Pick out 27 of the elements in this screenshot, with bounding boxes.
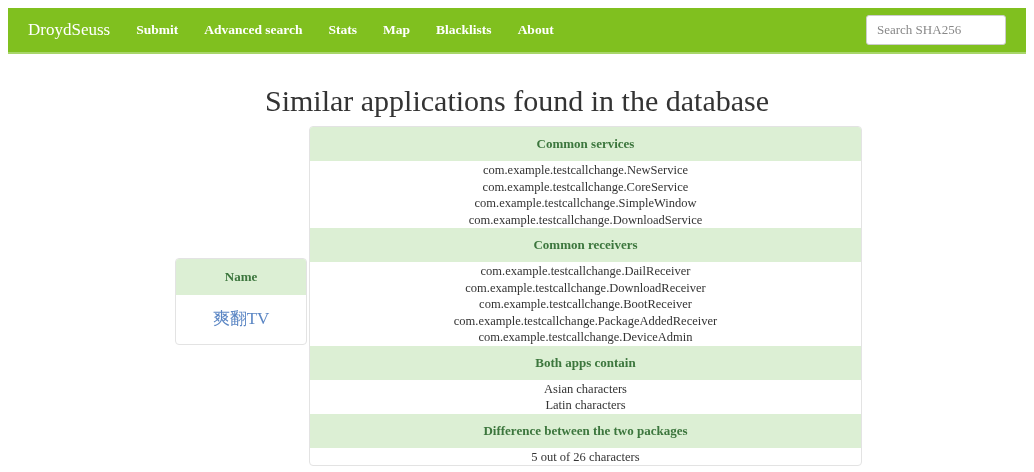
table-cell-text: Latin characters	[544, 397, 627, 414]
table-cell-text: com.example.testcallchange.BootReceiver	[478, 296, 693, 313]
nav-link[interactable]: Blacklists	[436, 22, 492, 38]
table-cell-text: com.example.testcallchange.SimpleWindow	[473, 195, 698, 212]
search-field[interactable]: Search SHA256	[866, 15, 1006, 45]
app-name: 爽翻TV	[211, 308, 271, 330]
section-header: Both apps contain	[310, 345, 861, 380]
table-cell-text: 5 out of 26 characters	[530, 448, 641, 465]
section-header: Common services	[310, 127, 861, 161]
section-header: Common receivers	[310, 228, 861, 262]
table-cell-text: com.example.testcallchange.PackageAddedReceiver	[452, 312, 719, 329]
nav-link[interactable]: About	[517, 22, 554, 38]
table-cell-text: com.example.testcallchange.DownloadReceiver	[464, 279, 707, 296]
nav-link[interactable]: Submit	[136, 22, 179, 38]
table-cell-text: Asian characters	[543, 380, 628, 397]
section-header: Difference between the two packages	[310, 413, 861, 448]
page-title: Similar applications found in the database	[263, 84, 770, 118]
table-cell-text: com.example.testcallchange.DailReceiver	[479, 263, 692, 280]
table-cell-text: com.example.testcallchange.CoreService	[481, 178, 690, 195]
nav-link[interactable]: Advanced search	[204, 22, 303, 38]
nav-link[interactable]: Map	[383, 22, 411, 38]
brand-link[interactable]: DroydSeuss	[28, 20, 111, 40]
table-cell-text: com.example.testcallchange.DeviceAdmin	[477, 329, 694, 346]
table-cell-text: com.example.testcallchange.DownloadService	[467, 211, 704, 228]
nav-link[interactable]: Stats	[328, 22, 358, 38]
table-header: Name	[176, 259, 306, 295]
table-cell-text: com.example.testcallchange.NewService	[481, 162, 690, 179]
